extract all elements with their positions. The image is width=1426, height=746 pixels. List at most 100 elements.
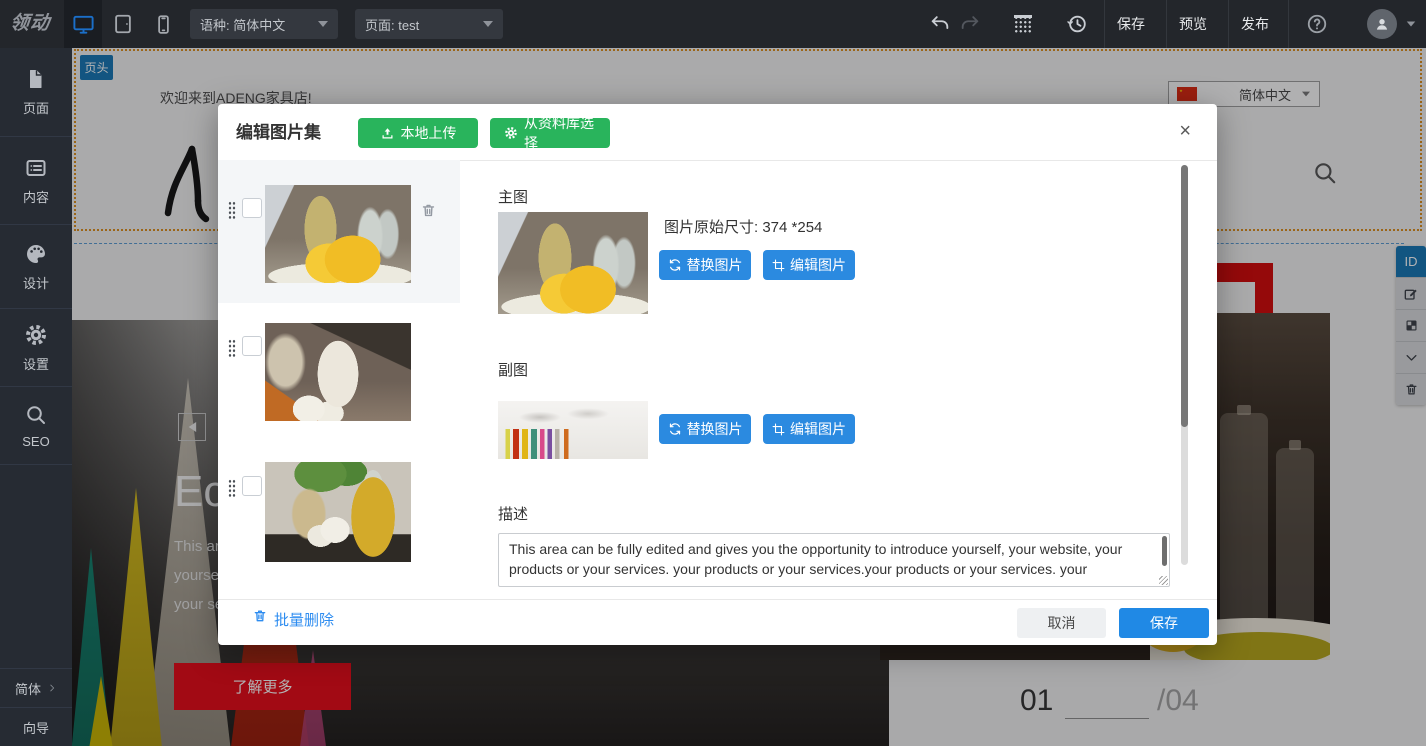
upload-icon	[380, 126, 395, 141]
search-icon	[24, 403, 48, 427]
from-library-label: 从资料库选择	[524, 113, 596, 153]
publish-button[interactable]: 发布	[1225, 0, 1285, 48]
page-dropdown-label: 页面: test	[365, 15, 483, 34]
edit-secondary-image-button[interactable]: 编辑图片	[763, 414, 855, 444]
language-dropdown-label: 语种: 简体中文	[200, 15, 318, 34]
redo-button[interactable]	[958, 12, 982, 36]
chevron-down-icon	[318, 21, 328, 27]
device-desktop-button[interactable]	[64, 0, 102, 48]
sidebar-spacer	[0, 465, 72, 668]
page-dropdown[interactable]: 页面: test	[355, 9, 503, 39]
secondary-image-preview	[498, 401, 648, 459]
drag-handle[interactable]	[228, 339, 236, 357]
monitor-icon	[72, 13, 95, 36]
description-textarea[interactable]: This area can be fully edited and gives …	[498, 533, 1170, 587]
secondary-image-label: 副图	[498, 359, 528, 380]
palette-icon	[24, 242, 48, 266]
description-label: 描述	[498, 503, 528, 524]
sidebar-wizard-label: 向导	[23, 718, 49, 737]
close-icon[interactable]: ×	[1179, 118, 1191, 144]
device-mobile-button[interactable]	[144, 0, 182, 48]
history-icon	[1066, 13, 1088, 35]
sidebar-item-seo[interactable]: SEO	[0, 387, 72, 465]
language-dropdown[interactable]: 语种: 简体中文	[190, 9, 338, 39]
save-button[interactable]: 保存	[1101, 0, 1161, 48]
main-image-label: 主图	[498, 186, 528, 207]
divider	[1288, 0, 1289, 48]
sidebar-item-label: 内容	[23, 187, 49, 206]
original-size-text: 图片原始尺寸: 374 *254	[664, 216, 822, 237]
chevron-down-icon	[483, 21, 493, 27]
undo-icon	[929, 13, 951, 35]
main-image-preview	[498, 212, 648, 314]
edit-image-label: 编辑图片	[790, 255, 846, 275]
grid-button[interactable]	[1011, 12, 1035, 36]
replace-image-label: 替换图片	[687, 419, 743, 439]
account-chevron-icon[interactable]	[1407, 21, 1416, 26]
sidebar-item-label: 页面	[23, 98, 49, 117]
gallery-item-thumbnail-oil[interactable]	[265, 462, 411, 562]
replace-image-label: 替换图片	[687, 255, 743, 275]
textarea-scrollbar[interactable]	[1162, 536, 1167, 566]
modal-scrollbar-track[interactable]	[1181, 165, 1188, 565]
gallery-item-thumbnail-lemons[interactable]	[265, 185, 411, 283]
edit-main-image-button[interactable]: 编辑图片	[763, 250, 855, 280]
sidebar-item-label: 设计	[23, 273, 49, 292]
from-library-button[interactable]: 从资料库选择	[490, 118, 610, 148]
batch-delete-button[interactable]: 批量删除	[274, 609, 334, 630]
sidebar-item-wizard[interactable]: 向导	[0, 707, 72, 746]
save-button[interactable]: 保存	[1119, 608, 1209, 638]
gallery-item-checkbox[interactable]	[242, 198, 262, 218]
sidebar: 页面 内容 设计 设置 SEO 简体 向导	[0, 48, 72, 746]
trash-icon[interactable]	[420, 202, 437, 219]
undo-button[interactable]	[928, 12, 952, 36]
sidebar-item-settings[interactable]: 设置	[0, 309, 72, 387]
refresh-icon	[668, 422, 682, 436]
textarea-resize-handle[interactable]	[1159, 576, 1168, 585]
avatar[interactable]	[1367, 9, 1397, 39]
gallery-item-checkbox[interactable]	[242, 336, 262, 356]
modal-scrollbar-thumb[interactable]	[1181, 165, 1188, 427]
sidebar-language-label: 简体	[15, 679, 41, 698]
replace-main-image-button[interactable]: 替换图片	[659, 250, 751, 280]
grid-icon	[1014, 15, 1032, 33]
replace-secondary-image-button[interactable]: 替换图片	[659, 414, 751, 444]
crop-icon	[772, 259, 785, 272]
sidebar-item-content[interactable]: 内容	[0, 137, 72, 225]
redo-icon	[959, 13, 981, 35]
app-logo: 领动	[7, 0, 52, 48]
gear-icon	[504, 126, 518, 140]
divider	[218, 599, 1217, 600]
page-icon	[24, 67, 48, 91]
sidebar-item-pages[interactable]: 页面	[0, 48, 72, 137]
content-icon	[24, 156, 48, 180]
chevron-right-icon	[47, 683, 57, 693]
device-tablet-button[interactable]	[104, 0, 142, 48]
trash-icon[interactable]	[252, 608, 268, 624]
drag-handle[interactable]	[228, 201, 236, 219]
tablet-icon	[112, 13, 134, 35]
cancel-button[interactable]: 取消	[1017, 608, 1106, 638]
sidebar-item-design[interactable]: 设计	[0, 225, 72, 309]
help-button[interactable]	[1306, 13, 1328, 35]
refresh-icon	[668, 258, 682, 272]
edit-image-label: 编辑图片	[790, 419, 846, 439]
sidebar-item-label: 设置	[23, 354, 49, 373]
user-icon	[1373, 15, 1391, 33]
gallery-item-thumbnail-salt[interactable]	[265, 323, 411, 421]
topbar: 领动 语种: 简体中文 页面: test 保	[0, 0, 1426, 48]
drag-handle[interactable]	[228, 479, 236, 497]
sidebar-item-label: SEO	[22, 434, 49, 449]
phone-icon	[153, 14, 174, 35]
description-field-wrap: This area can be fully edited and gives …	[498, 533, 1170, 587]
modal-title: 编辑图片集	[236, 118, 321, 148]
edit-gallery-modal: 编辑图片集 本地上传 从资料库选择 × 主图 图片原始尺寸: 374 *254	[218, 104, 1217, 645]
gallery-item-checkbox[interactable]	[242, 476, 262, 496]
crop-icon	[772, 423, 785, 436]
help-icon	[1306, 13, 1328, 35]
upload-local-button[interactable]: 本地上传	[358, 118, 478, 148]
sidebar-item-simplified-chinese[interactable]: 简体	[0, 668, 72, 707]
upload-local-label: 本地上传	[401, 123, 457, 143]
history-button[interactable]	[1065, 12, 1089, 36]
preview-button[interactable]: 预览	[1163, 0, 1223, 48]
